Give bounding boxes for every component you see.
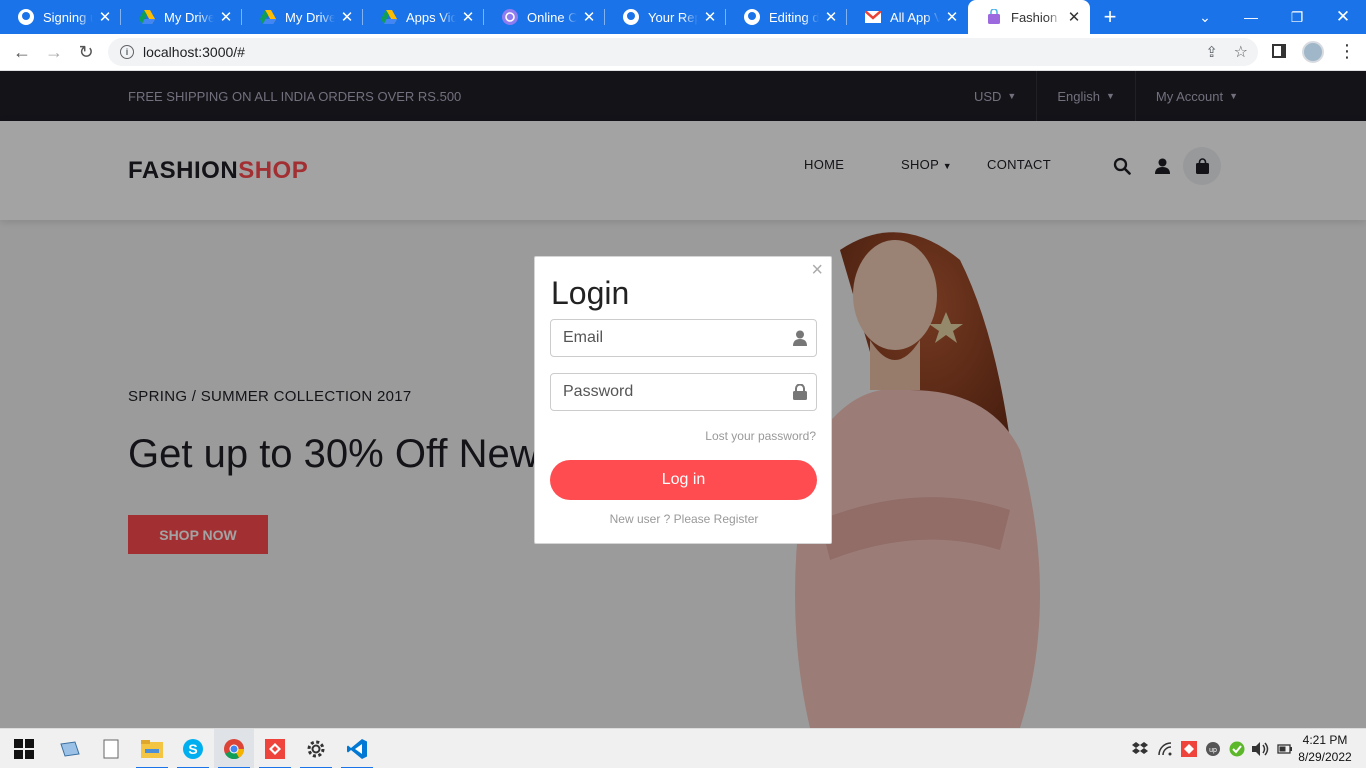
login-button[interactable]: Log in	[550, 460, 817, 500]
browser-tab[interactable]: Signing up ✕	[0, 0, 121, 34]
email-field[interactable]: Email	[550, 319, 817, 357]
anydesk-icon[interactable]	[255, 729, 295, 768]
address-bar[interactable]: i localhost:3000/# ⇪ ☆	[108, 38, 1258, 66]
register-link[interactable]: New user ? Please Register	[535, 512, 833, 526]
settings-gear-icon[interactable]	[296, 729, 336, 768]
browser-tab[interactable]: My Drive - ✕	[242, 0, 363, 34]
login-title: Login	[551, 275, 630, 311]
tab-title: My Drive -	[164, 9, 214, 25]
close-tab-icon[interactable]: ✕	[97, 8, 113, 26]
browser-tab-active[interactable]: Fashion Sh ✕	[968, 0, 1090, 34]
tab-search-button[interactable]: ⌄	[1182, 0, 1228, 34]
close-tab-icon[interactable]: ✕	[702, 8, 718, 26]
online-converter-icon	[502, 9, 518, 25]
browser-tab[interactable]: All App Vid ✕	[847, 0, 968, 34]
modal-close-button[interactable]: ×	[811, 259, 823, 282]
close-tab-icon[interactable]: ✕	[944, 8, 960, 26]
browser-tab[interactable]: Online Cor ✕	[484, 0, 605, 34]
browser-tab-strip: Signing up ✕ My Drive - ✕ My Drive - ✕ A…	[0, 0, 1366, 34]
close-tab-icon[interactable]: ✕	[218, 8, 234, 26]
skype-icon[interactable]: S	[173, 729, 213, 768]
anydesk-tray-icon[interactable]	[1179, 729, 1199, 768]
close-tab-icon[interactable]: ✕	[460, 8, 476, 26]
browser-tab[interactable]: Editing dat ✕	[726, 0, 847, 34]
url-text: localhost:3000/#	[143, 44, 245, 60]
reload-icon[interactable]: ↻	[70, 36, 102, 68]
forward-arrow-icon[interactable]: →	[38, 36, 70, 68]
github-icon	[744, 9, 760, 25]
google-drive-icon	[260, 9, 276, 25]
tab-title: Editing dat	[769, 9, 819, 25]
user-icon	[793, 330, 807, 351]
clock-time: 4:21 PM	[1302, 733, 1348, 747]
windows-taskbar: S up 4:21 PM 8/29/2022	[0, 728, 1366, 768]
clock-date: 8/29/2022	[1298, 750, 1352, 764]
github-icon	[18, 9, 34, 25]
lock-icon	[793, 383, 807, 405]
browser-menu-icon[interactable]: ⋮	[1338, 41, 1356, 61]
browser-tab[interactable]: My Drive - ✕	[121, 0, 242, 34]
github-icon	[623, 9, 639, 25]
shopping-bag-icon	[986, 9, 1002, 25]
battery-icon[interactable]	[1275, 729, 1295, 768]
tab-title: Your Repos	[648, 9, 698, 25]
tab-title: Signing up	[43, 9, 93, 25]
chrome-icon[interactable]	[214, 729, 254, 768]
notepad-icon[interactable]	[91, 729, 131, 768]
back-arrow-icon[interactable]: ←	[6, 36, 38, 68]
system-clock[interactable]: 4:21 PM 8/29/2022	[1294, 732, 1356, 766]
tab-title: All App Vid	[890, 9, 940, 25]
web-page: FREE SHIPPING ON ALL INDIA ORDERS OVER R…	[0, 71, 1366, 728]
bookmark-star-icon[interactable]: ☆	[1234, 42, 1248, 62]
google-drive-icon	[139, 9, 155, 25]
password-placeholder: Password	[563, 383, 634, 400]
close-tab-icon[interactable]: ✕	[1066, 8, 1082, 26]
window-close-button[interactable]: ✕	[1320, 0, 1366, 34]
gmail-icon	[865, 9, 881, 25]
browser-tab[interactable]: Your Repos ✕	[605, 0, 726, 34]
login-modal: × Login Email Password Lost your passwor…	[534, 256, 832, 544]
wifi-icon[interactable]	[1156, 729, 1176, 768]
email-placeholder: Email	[563, 329, 604, 346]
minimize-button[interactable]: —	[1228, 0, 1274, 34]
close-tab-icon[interactable]: ✕	[581, 8, 597, 26]
upwork-icon[interactable]: up	[1203, 729, 1223, 768]
side-panel-icon[interactable]	[1272, 44, 1286, 58]
tab-title: Apps Videos	[406, 9, 456, 25]
browser-toolbar: ← → ↻ i localhost:3000/# ⇪ ☆ ⋮	[0, 34, 1366, 71]
tab-title: Fashion Sh	[1011, 9, 1062, 25]
windows-start-icon[interactable]	[4, 729, 44, 768]
share-icon[interactable]: ⇪	[1205, 43, 1218, 61]
restore-button[interactable]: ❐	[1274, 0, 1320, 34]
password-field[interactable]: Password	[550, 373, 817, 411]
dropbox-icon[interactable]	[1130, 729, 1150, 768]
browser-tab[interactable]: Apps Videos ✕	[363, 0, 484, 34]
svg-text:S: S	[188, 741, 197, 757]
new-tab-button[interactable]: +	[1090, 0, 1130, 34]
profile-avatar[interactable]	[1302, 41, 1324, 63]
vscode-icon[interactable]	[337, 729, 377, 768]
close-tab-icon[interactable]: ✕	[339, 8, 355, 26]
close-tab-icon[interactable]: ✕	[823, 8, 839, 26]
svg-text:up: up	[1209, 747, 1217, 754]
tab-title: Online Cor	[527, 9, 577, 25]
google-drive-icon	[381, 9, 397, 25]
tab-title: My Drive -	[285, 9, 335, 25]
file-explorer-icon[interactable]	[132, 729, 172, 768]
task-view-icon[interactable]	[50, 729, 90, 768]
site-info-icon[interactable]: i	[120, 45, 134, 59]
volume-icon[interactable]	[1251, 729, 1271, 768]
security-check-icon[interactable]	[1227, 729, 1247, 768]
forgot-password-link[interactable]: Lost your password?	[705, 429, 816, 443]
